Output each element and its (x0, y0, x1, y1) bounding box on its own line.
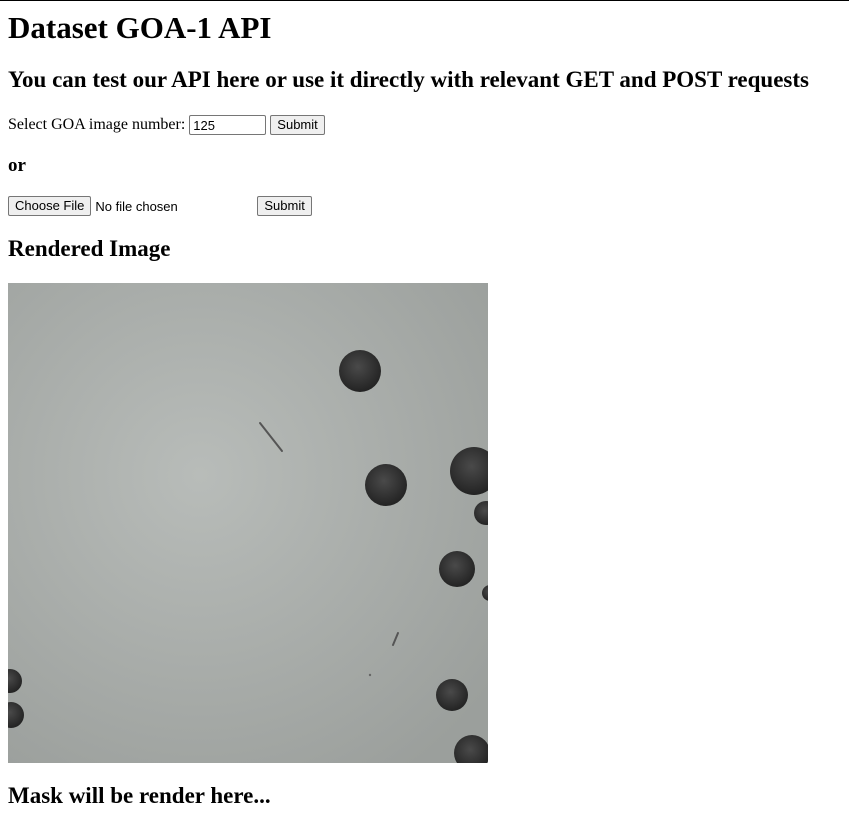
select-image-form: Select GOA image number: Submit (8, 114, 325, 136)
page-subtitle: You can test our API here or use it dire… (8, 67, 809, 92)
file-submit-button[interactable]: Submit (257, 196, 312, 216)
file-status-text: No file chosen (95, 198, 178, 214)
rendered-image-graphic (8, 283, 488, 763)
rendered-image-heading: Rendered Image (8, 236, 171, 261)
image-number-input[interactable] (189, 115, 267, 135)
rendered-image (8, 283, 488, 763)
select-image-label: Select GOA image number: (8, 116, 186, 133)
top-divider (0, 0, 849, 1)
mask-placeholder-heading: Mask will be render here... (8, 783, 271, 808)
file-upload-form: Choose File No file chosen Submit (8, 195, 312, 217)
select-submit-button[interactable]: Submit (270, 115, 325, 135)
choose-file-button[interactable]: Choose File (8, 196, 92, 216)
page-title: Dataset GOA-1 API (8, 10, 272, 45)
or-separator: or (8, 155, 26, 176)
